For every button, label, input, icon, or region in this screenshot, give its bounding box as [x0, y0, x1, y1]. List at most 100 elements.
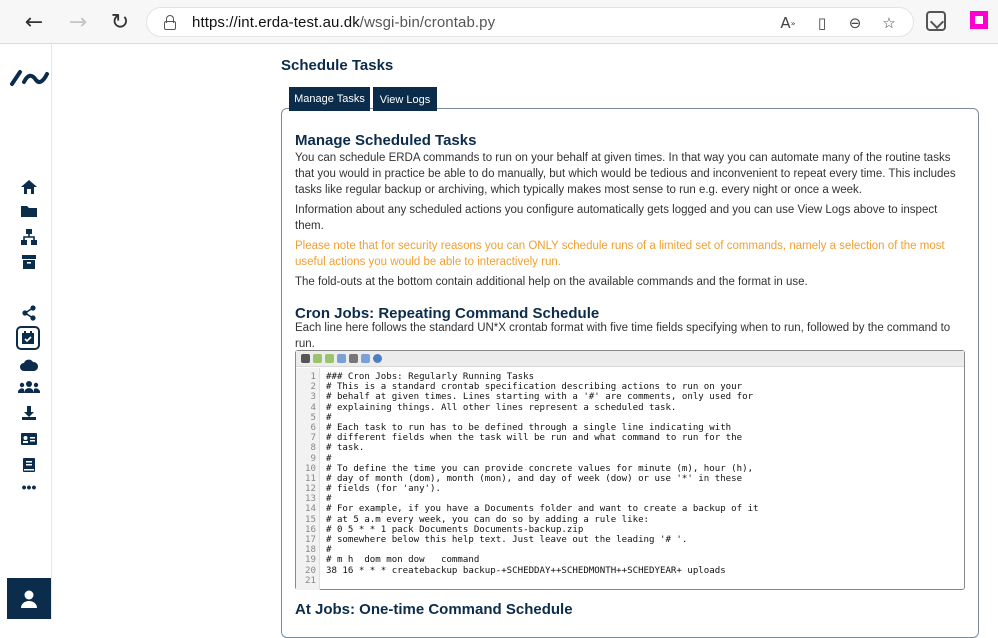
- code-line[interactable]: 10 # To define the time you can provide c…: [296, 464, 964, 474]
- code-line[interactable]: 1 ### Cron Jobs: Regularly Running Tasks: [296, 372, 964, 382]
- code-line[interactable]: 14 # For example, if you have a Documents…: [296, 504, 964, 514]
- line-text[interactable]: #: [316, 494, 331, 504]
- code-line[interactable]: 3 # behalf at given times. Lines starting…: [296, 392, 964, 402]
- line-text[interactable]: # task.: [316, 443, 364, 453]
- line-text[interactable]: # explaining things. All other lines rep…: [316, 403, 676, 413]
- line-number: 12: [305, 484, 316, 495]
- book-icon[interactable]: [18, 454, 40, 476]
- line-number: 14: [305, 504, 316, 515]
- forward-icon[interactable]: →: [64, 8, 92, 36]
- code-line[interactable]: 13 #: [296, 494, 964, 504]
- line-text[interactable]: #: [316, 454, 331, 464]
- browser-toolbar: ← → ↻ https://int.erda-test.au.dk/wsgi-b…: [0, 0, 998, 44]
- code-line[interactable]: 11 # day of month (dom), month (mon), and…: [296, 474, 964, 484]
- code-line[interactable]: 20 38 16 * * * createbackup backup-+SCHED…: [296, 566, 964, 576]
- code-line[interactable]: 8 # task.: [296, 443, 964, 453]
- manage-heading: Manage Scheduled Tasks: [295, 132, 477, 149]
- logs-info-text: Information about any scheduled actions …: [295, 204, 938, 232]
- foldout-note: The fold-outs at the bottom contain addi…: [295, 276, 808, 288]
- code-area[interactable]: 1 ### Cron Jobs: Regularly Running Tasks 2…: [296, 372, 964, 586]
- immersive-reader-icon[interactable]: ▯: [811, 12, 833, 34]
- code-line[interactable]: 2 # This is a standard crontab specificat…: [296, 382, 964, 392]
- url-text[interactable]: https://int.erda-test.au.dk/wsgi-bin/cro…: [192, 14, 495, 31]
- code-line[interactable]: 7 # different fields when the task will b…: [296, 433, 964, 443]
- line-text[interactable]: 38 16 * * * createbackup backup-+SCHEDDA…: [316, 566, 726, 576]
- reload-icon[interactable]: ↻: [106, 8, 134, 36]
- cron-description: Each line here follows the standard UN*X…: [295, 322, 951, 350]
- line-text[interactable]: # 0 5 * * 1 pack Documents Documents-bac…: [316, 525, 583, 535]
- code-line[interactable]: 15 # at 5 a.m every week, you can do so b…: [296, 515, 964, 525]
- line-text[interactable]: # somewhere below this help text. Just l…: [316, 535, 687, 545]
- line-number: 15: [305, 514, 316, 525]
- line-text[interactable]: [316, 576, 326, 586]
- line-text[interactable]: ### Cron Jobs: Regularly Running Tasks: [316, 372, 534, 382]
- line-number: 6: [310, 422, 316, 433]
- extension-icon[interactable]: [926, 11, 946, 31]
- line-number: 5: [310, 412, 316, 423]
- address-bar[interactable]: https://int.erda-test.au.dk/wsgi-bin/cro…: [146, 7, 914, 37]
- code-line[interactable]: 21: [296, 576, 964, 586]
- calendar-check-icon[interactable]: [16, 326, 40, 350]
- undo-icon[interactable]: [313, 354, 322, 363]
- users-icon[interactable]: [18, 376, 40, 398]
- line-number: 7: [310, 433, 316, 444]
- line-text[interactable]: #: [316, 545, 331, 555]
- page-title: Schedule Tasks: [281, 57, 394, 74]
- crontab-editor[interactable]: 1 ### Cron Jobs: Regularly Running Tasks 2…: [295, 350, 965, 590]
- line-number: 20: [305, 565, 316, 576]
- replace-icon[interactable]: [349, 354, 358, 363]
- code-line[interactable]: 9 #: [296, 454, 964, 464]
- line-number: 3: [310, 392, 316, 403]
- url-host: https://int.erda-test.au.dk: [192, 14, 360, 31]
- zoom-icon[interactable]: ⊖: [844, 12, 866, 34]
- line-text[interactable]: # This is a standard crontab specificati…: [316, 382, 742, 392]
- line-text[interactable]: # at 5 a.m every week, you can do so by …: [316, 515, 649, 525]
- sitemap-icon[interactable]: [18, 226, 40, 248]
- code-line[interactable]: 6 # Each task to run has to be defined th…: [296, 423, 964, 433]
- line-text[interactable]: #: [316, 413, 331, 423]
- add-favorite-icon[interactable]: ☆: [878, 12, 900, 34]
- profile-icon[interactable]: [970, 11, 988, 29]
- line-text[interactable]: # behalf at given times. Lines starting …: [316, 392, 753, 402]
- line-number: 8: [310, 443, 316, 454]
- id-card-icon[interactable]: [18, 428, 40, 450]
- line-text[interactable]: # different fields when the task will be…: [316, 433, 742, 443]
- code-line[interactable]: 12 # fields (for 'any').: [296, 484, 964, 494]
- line-text[interactable]: # fields (for 'any').: [316, 484, 441, 494]
- code-line[interactable]: 16 # 0 5 * * 1 pack Documents Documents-b…: [296, 525, 964, 535]
- help-icon[interactable]: [373, 354, 382, 363]
- code-line[interactable]: 18 #: [296, 545, 964, 555]
- code-line[interactable]: 5 #: [296, 413, 964, 423]
- search-icon[interactable]: [337, 354, 346, 363]
- line-number: 18: [305, 545, 316, 556]
- download-icon[interactable]: [18, 402, 40, 424]
- print-icon[interactable]: [301, 354, 310, 363]
- goto-line-icon[interactable]: [361, 354, 370, 363]
- code-line[interactable]: 19 # m h dom mon dow command: [296, 555, 964, 565]
- line-text[interactable]: # m h dom mon dow command: [316, 555, 479, 565]
- security-note: Please note that for security reasons yo…: [295, 240, 945, 268]
- line-number: 21: [305, 575, 316, 586]
- home-icon[interactable]: [18, 176, 40, 198]
- cloud-icon[interactable]: [18, 354, 40, 376]
- redo-icon[interactable]: [325, 354, 334, 363]
- code-line[interactable]: 17 # somewhere below this help text. Just…: [296, 535, 964, 545]
- line-text[interactable]: # To define the time you can provide con…: [316, 464, 753, 474]
- folder-icon[interactable]: [18, 200, 40, 222]
- line-text[interactable]: # day of month (dom), month (mon), and d…: [316, 474, 742, 484]
- line-number: 10: [305, 463, 316, 474]
- more-icon[interactable]: •••: [18, 476, 40, 498]
- line-text[interactable]: # Each task to run has to be defined thr…: [316, 423, 731, 433]
- lock-icon[interactable]: [163, 15, 177, 31]
- share-icon[interactable]: [18, 302, 40, 324]
- code-line[interactable]: 4 # explaining things. All other lines re…: [296, 403, 964, 413]
- read-aloud-icon[interactable]: A»: [777, 12, 799, 34]
- line-text[interactable]: # For example, if you have a Documents f…: [316, 504, 759, 514]
- user-icon[interactable]: [7, 578, 51, 619]
- main-content: Schedule Tasks Manage Tasks View Logs Ma…: [52, 44, 998, 638]
- tab-view-logs[interactable]: View Logs: [373, 87, 437, 111]
- back-icon[interactable]: ←: [20, 8, 48, 36]
- tab-manage-tasks[interactable]: Manage Tasks: [289, 87, 370, 111]
- archive-icon[interactable]: [18, 251, 40, 273]
- line-number: 1: [310, 372, 316, 382]
